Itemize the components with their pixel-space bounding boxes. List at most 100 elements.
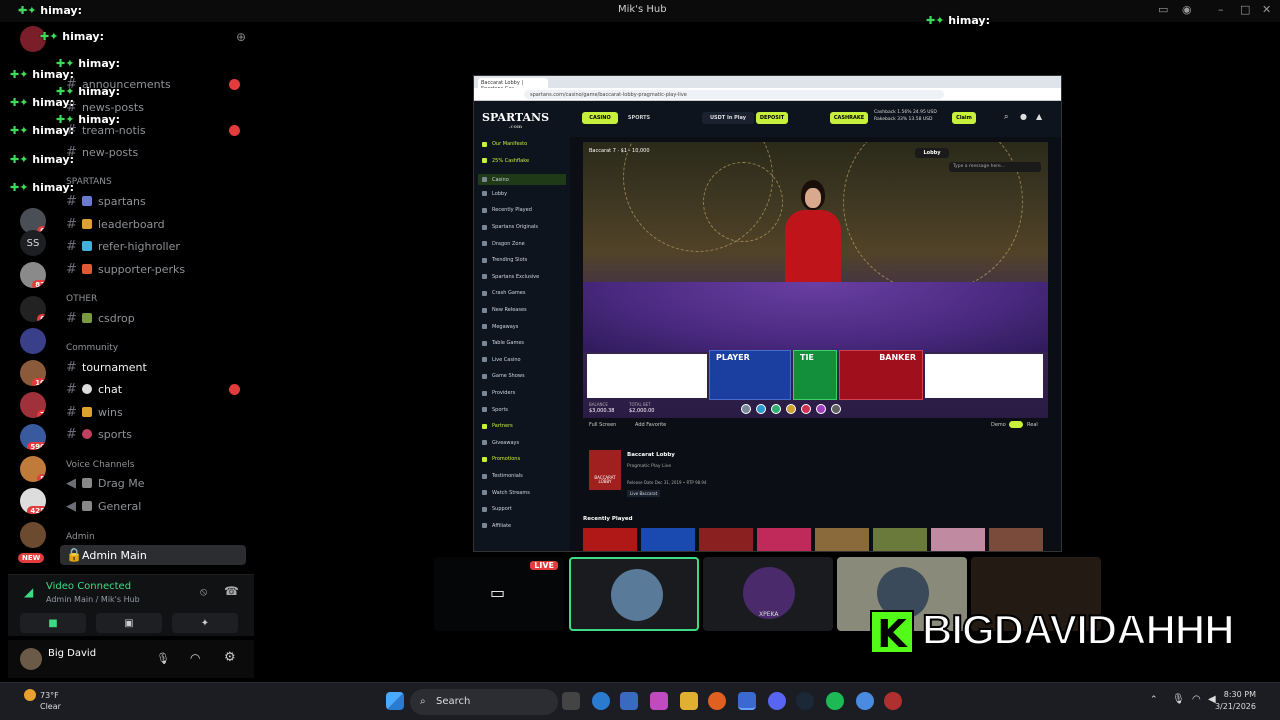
server-icon[interactable]: 5 [20,456,46,482]
taskbar-search[interactable]: Search [410,689,558,715]
channel-spartans[interactable]: # spartans [66,191,246,211]
site-sidebar-item[interactable]: Megaways [482,324,518,330]
channel-refer-highroller[interactable]: # refer-highroller [66,236,246,256]
live-baccarat-game[interactable]: Baccarat 7 · $1 - 10,000 Lobby Type a me… [583,142,1048,418]
site-sidebar-item[interactable]: Support [482,506,512,512]
chevron-up-icon[interactable]: ⌃ [1150,695,1158,705]
demo-real-toggle[interactable] [1009,421,1023,428]
chrome-icon[interactable] [856,692,874,710]
site-sidebar-item[interactable]: New Releases [482,307,527,313]
wifi-icon[interactable]: ◠ [1192,694,1201,705]
cashrake-button[interactable]: CASHRAKE [830,112,868,124]
casino-tab[interactable]: CASINO [582,112,618,124]
site-sidebar-item[interactable]: Affiliate [482,523,511,529]
screen-share-stream[interactable]: Baccarat Lobby | Spartans Cas... spartan… [473,75,1062,552]
obs-icon[interactable] [884,692,902,710]
steam-icon[interactable] [796,692,814,710]
help-icon[interactable]: ◉ [1182,3,1192,16]
site-sidebar-item[interactable]: Recently Played [482,207,532,213]
server-icon[interactable]: 7 [20,392,46,418]
site-sidebar-item[interactable]: Watch Streams [482,490,530,496]
channel-chat[interactable]: # chat [66,379,246,399]
site-sidebar-item[interactable]: Our Manifesto [482,141,527,147]
noise-suppression-icon[interactable]: ⦸ [200,585,207,599]
spotify-icon[interactable] [826,692,844,710]
chip[interactable] [756,404,766,414]
discord-icon[interactable] [768,692,786,710]
file-explorer-icon[interactable] [680,692,698,710]
bet-player[interactable]: PLAYER [709,350,791,400]
chip[interactable] [786,404,796,414]
category-voice[interactable]: Voice Channels [66,460,134,470]
game-thumbnail[interactable] [815,528,869,551]
edge-icon[interactable] [592,692,610,710]
microphone-icon[interactable]: 🎙 [156,652,170,665]
chip[interactable] [801,404,811,414]
site-sidebar-item[interactable]: Testimonials [482,473,523,479]
add-favorite-button[interactable]: Add Favorite [635,422,666,428]
site-sidebar-item[interactable]: Spartans Exclusive [482,274,539,280]
voice-drag-me[interactable]: ◀ Drag Me [66,473,246,493]
site-sidebar-item[interactable]: Sports [482,407,508,413]
screen-share-button[interactable]: ▣ [96,613,162,633]
server-icon[interactable] [20,328,46,354]
deposit-button[interactable]: DEPOSIT [756,112,788,124]
disconnect-icon[interactable]: ☎ [224,584,239,598]
channel-supporter-perks[interactable]: # supporter-perks [66,259,246,279]
site-sidebar-item[interactable]: Promotions [482,456,520,462]
site-sidebar-item[interactable]: Partners [482,423,513,429]
camera-button[interactable]: ■ [20,613,86,633]
search-icon[interactable]: ⌕ [1004,112,1008,122]
firefox-icon[interactable] [708,692,726,710]
bell-icon[interactable]: ▲ [1036,112,1042,121]
chip[interactable] [816,404,826,414]
server-icon[interactable] [20,522,46,548]
add-member-icon[interactable]: ⊕ [236,30,246,44]
weather-widget[interactable]: 73°F Clear [40,690,61,712]
lobby-button[interactable]: Lobby [915,148,949,158]
bet-tie[interactable]: TIE [793,350,837,400]
game-thumbnail[interactable] [989,528,1043,551]
site-sidebar-item[interactable]: Game Shows [482,373,525,379]
app-icon[interactable] [738,692,756,710]
server-icon[interactable]: 6 [20,296,46,322]
category-admin[interactable]: Admin [66,532,95,542]
copilot-icon[interactable] [650,692,668,710]
stream-preview-tile[interactable]: LIVE ▭ [434,557,564,631]
voice-channel-path[interactable]: Admin Main / Mik's Hub [46,595,140,604]
user-icon[interactable]: ● [1020,112,1027,121]
site-sidebar-item[interactable]: Casino [478,174,566,186]
server-icon[interactable]: 82 [20,262,46,288]
server-icon[interactable]: 10 [20,360,46,386]
participant-tile[interactable]: XPEKA [703,557,833,631]
site-sidebar-item[interactable]: Crash Games [482,290,525,296]
chip[interactable] [741,404,751,414]
site-sidebar-item[interactable]: Trending Slots [482,257,527,263]
minimize-button[interactable]: – [1218,3,1224,16]
site-sidebar-item[interactable]: Dragon Zone [482,241,525,247]
sports-tab[interactable]: SPORTS [622,112,656,124]
channel-sports[interactable]: # sports [66,424,246,444]
close-button[interactable]: ✕ [1262,3,1271,16]
address-bar[interactable]: spartans.com/casino/game/baccarat-lobby-… [524,90,944,99]
channel-new-posts[interactable]: # new-posts [66,142,246,162]
channel-leaderboard[interactable]: # leaderboard [66,214,246,234]
maximize-button[interactable]: □ [1240,3,1250,16]
channel-wins[interactable]: # wins [66,402,246,422]
game-thumbnail[interactable] [583,528,637,551]
bet-banker[interactable]: BANKER [839,350,923,400]
category-other[interactable]: OTHER [66,294,97,304]
browser-tab[interactable]: Baccarat Lobby | Spartans Cas... [478,78,548,92]
channel-tournament[interactable]: # tournament [66,357,246,377]
voice-general[interactable]: ◀ General [66,496,246,516]
site-sidebar-item[interactable]: Lobby [482,191,507,197]
currency-select[interactable]: USDT In Play [702,112,754,124]
site-sidebar-item[interactable]: Providers [482,390,515,396]
store-icon[interactable] [620,692,638,710]
site-sidebar-item[interactable]: Table Games [482,340,524,346]
microphone-icon[interactable]: 🎙 [1172,694,1185,705]
activities-button[interactable]: ✦ [172,613,238,633]
claim-button[interactable]: Claim [952,112,976,124]
inbox-icon[interactable]: ▭ [1158,3,1168,16]
game-thumbnail[interactable] [641,528,695,551]
